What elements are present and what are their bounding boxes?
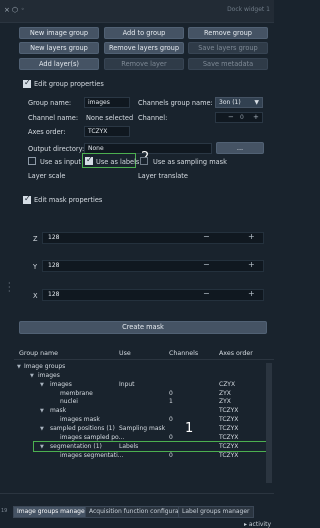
channel-name-value: None selected — [86, 114, 134, 122]
float-icon[interactable]: ⬡ — [12, 6, 18, 14]
bottom-tab-bar: 19 Image groups manager Acquisition func… — [0, 493, 274, 528]
mask-axis-y-spinbox[interactable]: 128 − + — [42, 260, 264, 272]
increment-icon[interactable]: + — [248, 232, 255, 241]
remove-layer-button[interactable]: Remove layer — [104, 58, 184, 70]
title-bar: × ⬡ ◦ Dock widget 1 — [0, 0, 274, 23]
edit-group-properties-checkbox[interactable] — [23, 78, 31, 88]
edit-group-properties-label: Edit group properties — [34, 80, 104, 88]
activity-toggle[interactable]: ▸ activity — [244, 521, 271, 528]
decrement-icon[interactable]: − — [203, 289, 210, 298]
add-layers-button[interactable]: Add layer(s) — [19, 58, 99, 70]
mask-axis-x-spinbox[interactable]: 128 − + — [42, 289, 264, 301]
channels-group-name-value: 3on (1) — [219, 99, 241, 106]
left-gutter: · · · — [0, 23, 14, 493]
increment-icon[interactable]: + — [253, 113, 259, 122]
save-metadata-button[interactable]: Save metadata — [188, 58, 268, 70]
tree-row[interactable]: images segmentati... 0 TCZYX — [14, 452, 274, 461]
channels-group-name-label: Channels group name: — [138, 99, 213, 107]
axes-order-input[interactable]: TCZYX — [84, 126, 130, 137]
chevron-down-icon: ▼ — [254, 99, 259, 106]
decrement-icon[interactable]: − — [228, 113, 234, 122]
tree-row[interactable]: ▼ images — [14, 372, 274, 381]
add-to-group-button[interactable]: Add to group — [104, 27, 184, 39]
edit-mask-properties-label: Edit mask properties — [34, 196, 103, 204]
group-name-label: Group name: — [28, 99, 72, 107]
tab-image-groups-manager[interactable]: Image groups manager — [13, 506, 92, 518]
layer-translate-label: Layer translate — [138, 172, 188, 180]
chevron-down-icon[interactable]: ▼ — [40, 382, 44, 388]
use-as-labels-label: Use as labels — [96, 158, 140, 166]
annotation-one: 1 — [185, 421, 194, 436]
mask-axis-x-label: X — [33, 292, 38, 300]
tree-scrollbar[interactable] — [266, 363, 272, 483]
use-as-sampling-mask-checkbox[interactable] — [140, 157, 148, 165]
chevron-down-icon[interactable]: ▼ — [40, 444, 44, 450]
dock-title: Dock widget 1 — [227, 6, 270, 13]
decrement-icon[interactable]: − — [203, 232, 210, 241]
edit-mask-properties-checkbox[interactable] — [23, 194, 31, 204]
mask-axis-x-value: 128 — [48, 291, 60, 298]
chevron-down-icon[interactable]: ▼ — [17, 364, 21, 370]
mask-axis-y-value: 128 — [48, 262, 60, 269]
channel-spinbox[interactable]: − 0 + — [215, 112, 263, 123]
channels-group-name-select[interactable]: 3on (1) ▼ — [215, 97, 263, 108]
decrement-icon[interactable]: − — [203, 260, 210, 269]
remove-group-button[interactable]: Remove group — [188, 27, 268, 39]
mask-axis-y-label: Y — [33, 263, 38, 271]
axes-order-label: Axes order: — [28, 128, 66, 136]
column-group-name[interactable]: Group name — [19, 350, 58, 357]
close-icon[interactable]: × — [4, 6, 10, 14]
tree-row-selected[interactable]: ▼ segmentation (1) Labels TCZYX — [14, 443, 274, 452]
column-channels[interactable]: Channels — [169, 350, 198, 357]
new-layers-group-button[interactable]: New layers group — [19, 42, 99, 54]
tab-label-groups-manager[interactable]: Label groups manager — [178, 506, 254, 518]
tree-row[interactable]: images mask 0 TCZYX — [14, 416, 274, 425]
use-as-input-label: Use as input — [40, 158, 81, 166]
tree-row[interactable]: ▼ Image groups — [14, 363, 274, 372]
use-as-sampling-mask-label: Use as sampling mask — [153, 158, 227, 166]
layer-scale-label: Layer scale — [28, 172, 66, 180]
tree-row[interactable]: ▼ sampled positions (1) Sampling mask TC… — [14, 425, 274, 434]
increment-icon[interactable]: + — [248, 260, 255, 269]
use-as-input-checkbox[interactable] — [28, 157, 36, 165]
chevron-down-icon[interactable]: ▼ — [30, 373, 34, 379]
channel-name-label: Channel name: — [28, 114, 79, 122]
chevron-down-icon[interactable]: ▼ — [40, 408, 44, 414]
chevron-down-icon[interactable]: ▼ — [40, 426, 44, 432]
column-axes-order[interactable]: Axes order — [219, 350, 253, 357]
left-number: 19 — [1, 508, 8, 514]
channel-label: Channel: — [138, 114, 168, 122]
create-mask-button[interactable]: Create mask — [19, 321, 267, 334]
tree-row[interactable]: nuclei 1 ZYX — [14, 398, 274, 407]
tree-row[interactable]: ▼ mask TCZYX — [14, 407, 274, 416]
channel-spin-value: 0 — [240, 114, 244, 121]
remove-layers-group-button[interactable]: Remove layers group — [104, 42, 184, 54]
mask-axis-z-label: Z — [33, 235, 38, 243]
tree-row[interactable]: ▼ images Input CZYX — [14, 381, 274, 390]
drag-handle-icon[interactable]: · · · — [8, 280, 11, 296]
mask-axis-z-spinbox[interactable]: 128 − + — [42, 232, 264, 244]
browse-button[interactable]: ... — [216, 142, 264, 154]
increment-icon[interactable]: + — [248, 289, 255, 298]
group-name-input[interactable]: images — [84, 97, 130, 108]
output-directory-label: Output directory: — [28, 145, 85, 153]
save-layers-group-button[interactable]: Save layers group — [188, 42, 268, 54]
column-use[interactable]: Use — [119, 350, 131, 357]
settings-icon[interactable]: ◦ — [21, 6, 25, 13]
use-as-labels-checkbox[interactable] — [85, 155, 93, 165]
new-image-group-button[interactable]: New image group — [19, 27, 99, 39]
layers-tree-header: Group name Use Channels Axes order — [14, 348, 274, 360]
mask-axis-z-value: 128 — [48, 234, 60, 241]
